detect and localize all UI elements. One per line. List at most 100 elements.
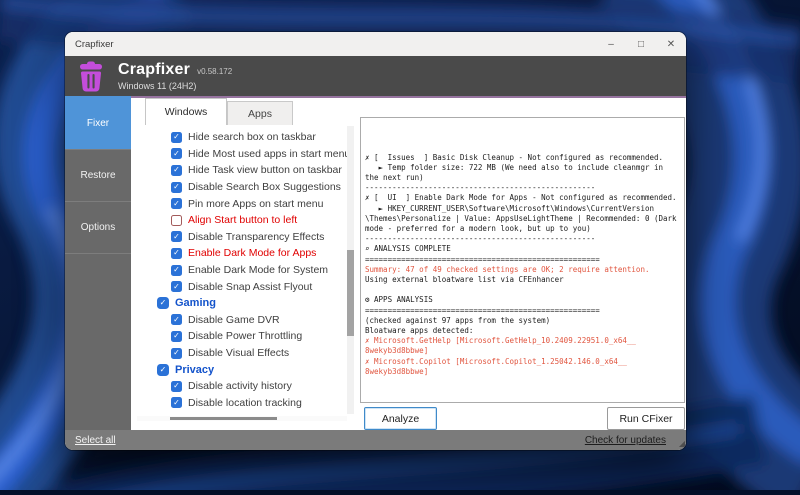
check-mark-icon: ✓ xyxy=(173,133,180,141)
checkbox-checked-icon[interactable]: ✓ xyxy=(171,331,182,342)
checkbox-checked-icon[interactable]: ✓ xyxy=(171,248,182,259)
checklist-item[interactable]: ✓ Disable Transparency Effects xyxy=(137,229,347,246)
console-line: ► Temp folder size: 722 MB (We need also… xyxy=(365,163,680,173)
checkbox-checked-icon[interactable]: ✓ xyxy=(157,364,169,376)
checkbox-checked-icon[interactable]: ✓ xyxy=(171,281,182,292)
checklist-item[interactable]: ✓ Hide search box on taskbar xyxy=(137,129,347,146)
console-line: Bloatware apps detected: xyxy=(365,326,680,336)
resize-grip-icon[interactable]: ◢ xyxy=(679,439,684,448)
checkbox-checked-icon[interactable]: ✓ xyxy=(171,348,182,359)
checkbox-checked-icon[interactable]: ✓ xyxy=(171,148,182,159)
titlebar[interactable]: Crapfixer – □ ✕ xyxy=(65,32,686,56)
select-all-link[interactable]: Select all xyxy=(75,435,116,446)
console-line: ✗ [ Issues ] Basic Disk Cleanup - Not co… xyxy=(365,153,680,163)
console-line: ========================================… xyxy=(365,255,680,265)
console-line: ----------------------------------------… xyxy=(365,234,680,244)
checklist-item-label: Disable activity history xyxy=(188,380,292,392)
checklist-item[interactable]: ✓ Disable Visual Effects xyxy=(137,345,347,362)
check-mark-icon: ✓ xyxy=(160,366,167,374)
checklist-item-label: Hide Task view button on taskbar xyxy=(188,164,342,176)
console-line: ✗ [ UI ] Enable Dark Mode for Apps - Not… xyxy=(365,193,680,203)
checklist-item-label: Enable Dark Mode for System xyxy=(188,264,328,276)
checklist-item[interactable]: ✓Disable Privacy Settings Experience xyxy=(137,411,347,413)
console-line: ► HKEY_CURRENT_USER\Software\Microsoft\W… xyxy=(365,204,680,214)
checklist-item-label: Disable Visual Effects xyxy=(188,347,289,359)
checkbox-checked-icon[interactable]: ✓ xyxy=(171,165,182,176)
checklist-item[interactable]: ✓Disable Power Throttling xyxy=(137,328,347,345)
analysis-console[interactable]: ✗ [ Issues ] Basic Disk Cleanup - Not co… xyxy=(360,117,685,403)
checklist-item[interactable]: ✓Disable Game DVR xyxy=(137,312,347,329)
console-line: 8wekyb3d8bbwe] xyxy=(365,346,680,356)
checkbox-checked-icon[interactable]: ✓ xyxy=(171,132,182,143)
sidebar-item-restore[interactable]: Restore xyxy=(65,150,131,202)
console-line: ✗ Microsoft.Copilot [Microsoft.Copilot_1… xyxy=(365,357,680,367)
console-line: ========================================… xyxy=(365,306,680,316)
checklist-item-label: Pin more Apps on start menu xyxy=(188,198,323,210)
checklist-item[interactable]: ✓ Enable Dark Mode for Apps xyxy=(137,245,347,262)
vertical-scrollbar-thumb[interactable] xyxy=(347,250,354,336)
checklist-item[interactable]: ✓Hide Most used apps in start menu xyxy=(137,146,347,163)
checkbox-checked-icon[interactable]: ✓ xyxy=(171,265,182,276)
tab-windows[interactable]: Windows xyxy=(145,98,227,125)
checklist-item-label: Enable Dark Mode for Apps xyxy=(188,247,316,259)
analyze-button[interactable]: Analyze xyxy=(364,407,437,430)
checklist-item-label: Disable location tracking xyxy=(188,397,302,409)
os-label: Windows 11 (24H2) xyxy=(118,81,232,91)
main-panel: Windows Apps ✓ Hide search box on taskbar… xyxy=(131,98,686,430)
checkbox-checked-icon[interactable]: ✓ xyxy=(171,314,182,325)
checkbox-checked-icon[interactable]: ✓ xyxy=(171,198,182,209)
checkbox-checked-icon[interactable]: ✓ xyxy=(171,381,182,392)
window-controls: – □ ✕ xyxy=(596,32,686,56)
app-version: v0.58.172 xyxy=(197,67,232,76)
checkbox-checked-icon[interactable]: ✓ xyxy=(157,297,169,309)
close-icon[interactable]: ✕ xyxy=(656,32,686,56)
check-mark-icon: ✓ xyxy=(173,233,180,241)
console-line: ✗ Microsoft.GetHelp [Microsoft.GetHelp_1… xyxy=(365,336,680,346)
vertical-scrollbar[interactable] xyxy=(347,126,354,414)
console-line: Summary: 47 of 49 checked settings are O… xyxy=(365,265,680,275)
check-mark-icon: ✓ xyxy=(173,200,180,208)
checklist-item[interactable]: ✓ Disable location tracking xyxy=(137,395,347,412)
checklist-item[interactable]: ✓ Pin more Apps on start menu xyxy=(137,195,347,212)
checklist: ✓ Hide search box on taskbar ✓Hide Most us… xyxy=(137,129,347,413)
horizontal-scrollbar[interactable] xyxy=(137,416,347,421)
checklist-item[interactable]: ✓ Hide Task view button on taskbar xyxy=(137,162,347,179)
checklist-item[interactable]: ✓Disable Search Box Suggestions xyxy=(137,179,347,196)
checklist-item[interactable]: ✓ Privacy xyxy=(137,361,347,378)
checkbox-checked-icon[interactable]: ✓ xyxy=(171,182,182,193)
checklist-item-label: Privacy xyxy=(175,364,214,376)
minimize-icon[interactable]: – xyxy=(596,32,626,56)
checklist-item[interactable]: ✓Align Start button to left xyxy=(137,212,347,229)
checkbox-unchecked-icon[interactable]: ✓ xyxy=(171,215,182,226)
trash-icon xyxy=(78,61,108,92)
check-mark-icon: ✓ xyxy=(173,382,180,390)
app-header: Crapfixer v0.58.172 Windows 11 (24H2) xyxy=(65,56,686,96)
console-line: \Themes\Personalize | Value: AppsUseLigh… xyxy=(365,214,680,224)
checklist-item[interactable]: ✓Gaming xyxy=(137,295,347,312)
check-for-updates-link[interactable]: Check for updates xyxy=(585,435,666,446)
checklist-item[interactable]: ✓ Disable activity history xyxy=(137,378,347,395)
checklist-item[interactable]: ✓ Enable Dark Mode for System xyxy=(137,262,347,279)
checkbox-checked-icon[interactable]: ✓ xyxy=(171,231,182,242)
run-cfixer-button[interactable]: Run CFixer xyxy=(607,407,685,430)
checklist-item[interactable]: ✓ Disable Snap Assist Flyout xyxy=(137,278,347,295)
console-line xyxy=(365,285,680,295)
horizontal-scrollbar-thumb[interactable] xyxy=(170,417,277,420)
check-mark-icon: ✓ xyxy=(173,349,180,357)
app-name: Crapfixer xyxy=(118,61,190,79)
checklist-item-label: Disable Snap Assist Flyout xyxy=(188,281,312,293)
maximize-icon[interactable]: □ xyxy=(626,32,656,56)
console-line: ⚙ APPS ANALYSIS xyxy=(365,295,680,305)
console-line: (checked against 97 apps from the system… xyxy=(365,316,680,326)
check-mark-icon: ✓ xyxy=(173,266,180,274)
tab-apps[interactable]: Apps xyxy=(227,101,293,125)
check-mark-icon: ✓ xyxy=(173,332,180,340)
sidebar-item-options[interactable]: Options xyxy=(65,202,131,254)
checklist-item-label: Hide search box on taskbar xyxy=(188,131,316,143)
checkbox-checked-icon[interactable]: ✓ xyxy=(171,397,182,408)
sidebar-item-fixer[interactable]: Fixer xyxy=(65,98,131,150)
status-bar: Select all Check for updates ◢ xyxy=(65,430,686,450)
console-line: ----------------------------------------… xyxy=(365,183,680,193)
checklist-item-label: Disable Transparency Effects xyxy=(188,231,324,243)
header-text: Crapfixer v0.58.172 Windows 11 (24H2) xyxy=(118,61,232,91)
